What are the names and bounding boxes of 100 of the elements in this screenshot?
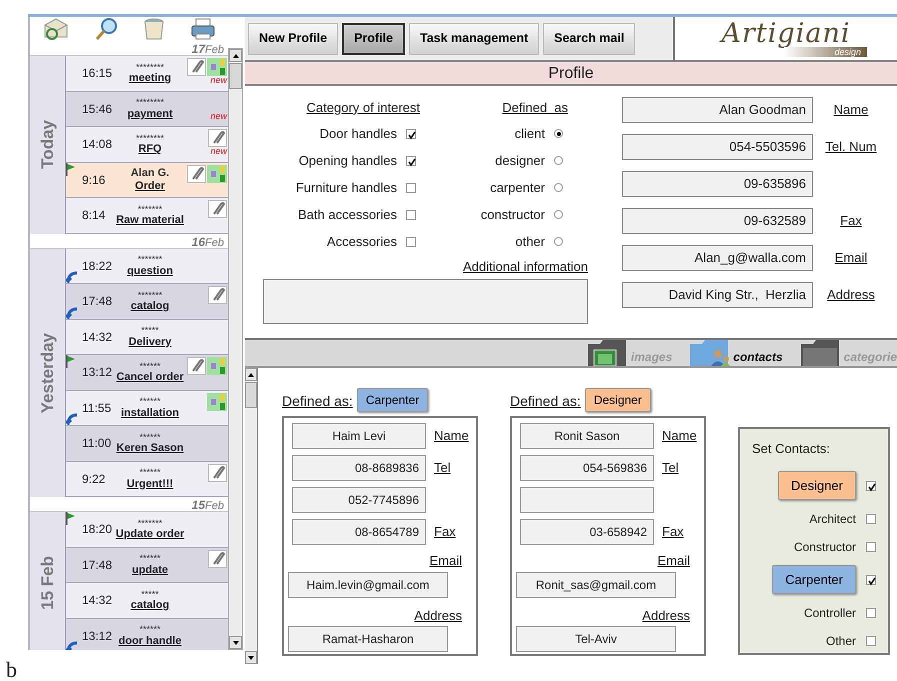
role-button[interactable]: Carpenter: [772, 564, 856, 594]
message-subject[interactable]: Order: [135, 180, 165, 192]
message-sender: *******: [138, 518, 162, 528]
input-field[interactable]: 054-5503596: [622, 134, 813, 160]
option-label: Other: [826, 632, 856, 650]
figure-label: b: [5, 659, 18, 681]
input-field[interactable]: David King Str., Herzlia: [622, 282, 813, 308]
tab[interactable]: Task management: [408, 22, 540, 54]
message-row[interactable]: 9:16 Alan G. Order: [66, 162, 228, 198]
message-time: 11:55: [81, 400, 112, 417]
option-label: designer: [495, 152, 545, 170]
field-label: Defined as:: [282, 392, 353, 411]
field-label: Email: [834, 250, 868, 266]
message-subject[interactable]: Raw material: [116, 214, 184, 227]
message-subject[interactable]: door handle: [118, 634, 182, 648]
option-label: Opening handles: [298, 152, 397, 170]
input-field[interactable]: Alan Goodman: [622, 97, 813, 123]
message-row[interactable]: 16:15 ******** meeting new: [66, 56, 228, 92]
message-subject[interactable]: Update order: [116, 528, 184, 541]
message-subject[interactable]: RFQ: [138, 143, 162, 156]
message-subject[interactable]: Urgent!!!: [126, 478, 174, 490]
input-field[interactable]: 08-8654789: [292, 519, 426, 545]
input-field[interactable]: Ronit_sas@gmail.com: [516, 572, 676, 598]
message-subject[interactable]: meeting: [128, 72, 172, 85]
field-label: Address: [414, 606, 462, 624]
field-label: Name: [662, 427, 697, 446]
field-label: Fax: [434, 523, 456, 542]
message-sender: ********: [136, 62, 164, 72]
tab[interactable]: Search mail: [543, 22, 636, 54]
input-field[interactable]: Alan_g@walla.com: [622, 245, 813, 271]
input-field[interactable]: 052-7745896: [292, 487, 426, 513]
message-time: 17:48: [81, 556, 114, 574]
message-subject[interactable]: Keren Sason: [116, 442, 184, 455]
column-heading: Defined as: [502, 98, 568, 117]
logo-name: Artigiani: [722, 20, 850, 47]
message-row[interactable]: 17:48 ****** update: [66, 548, 228, 583]
message-sender: Alan G.: [130, 167, 170, 180]
field-label: Address: [827, 287, 875, 302]
option-label: Door handles: [320, 124, 397, 143]
message-subject[interactable]: Delivery: [128, 336, 172, 348]
message-subject[interactable]: catalog: [130, 599, 170, 612]
message-subject[interactable]: Cancel order: [116, 371, 184, 384]
option-label: Accessories: [326, 232, 397, 251]
message-subject[interactable]: catalog: [130, 300, 170, 313]
message-row[interactable]: 15:46 ******** payment new: [66, 92, 228, 127]
option-label: carpenter: [490, 178, 545, 197]
message-sender: *****: [141, 325, 159, 336]
role-button[interactable]: Designer: [584, 388, 651, 412]
field-label: Email: [429, 552, 462, 570]
input-field[interactable]: 09-632589: [622, 208, 813, 234]
input-field[interactable]: 054-569836: [520, 455, 654, 481]
new-label: new: [210, 147, 227, 156]
message-subject[interactable]: payment: [127, 108, 173, 120]
input-field[interactable]: Ramat-Hasharon: [288, 626, 448, 652]
folder-tab[interactable]: contacts: [688, 340, 783, 366]
message-sender: ******: [139, 360, 160, 372]
message-row[interactable]: 14:08 ******** RFQ new: [66, 127, 228, 162]
message-time: 9:16: [81, 172, 106, 189]
column-heading: Category of interest: [306, 98, 420, 117]
input-field[interactable]: Ronit Sason: [520, 423, 654, 449]
message-sender: *******: [138, 290, 162, 300]
message-time: 8:14: [81, 207, 106, 224]
role-button[interactable]: Designer: [778, 470, 856, 500]
field-label: Tel: [662, 459, 679, 478]
message-subject[interactable]: installation: [120, 406, 180, 420]
message-row[interactable]: 9:22 ****** Urgent!!!: [66, 462, 228, 497]
message-row[interactable]: 18:22 ******* question: [66, 248, 228, 284]
message-subject[interactable]: question: [127, 264, 173, 278]
message-time: 18:22: [81, 258, 114, 275]
input-field[interactable]: 08-8689836: [292, 455, 426, 481]
input-field[interactable]: Tel-Aviv: [516, 626, 676, 652]
new-label: new: [210, 112, 227, 120]
day-label: 15 Feb: [36, 556, 58, 610]
message-row[interactable]: 17:48 ******* catalog: [66, 284, 228, 320]
input-field[interactable]: 03-658942: [520, 519, 654, 545]
field-label: Email: [657, 552, 690, 570]
tab[interactable]: Profile: [342, 22, 405, 54]
message-time: 17:48: [81, 293, 114, 310]
message-time: 11:00: [81, 435, 112, 452]
new-label: new: [210, 76, 227, 85]
message-subject[interactable]: update: [132, 564, 168, 576]
field-label: Additional information: [462, 258, 588, 276]
panel-title: Set Contacts:: [752, 440, 832, 458]
tab[interactable]: New Profile: [248, 22, 338, 54]
message-row[interactable]: 14:32 ***** Delivery: [66, 320, 228, 355]
section-title: Profile: [245, 62, 897, 86]
message-sender: ******: [139, 432, 160, 442]
role-button[interactable]: Carpenter: [356, 388, 428, 412]
message-time: 14:08: [81, 136, 114, 154]
message-sender: ******: [139, 396, 160, 407]
option-label: constructor: [480, 206, 545, 224]
message-sender: ********: [136, 132, 164, 144]
input-field[interactable]: Haim Levi: [292, 423, 426, 449]
input-field[interactable]: Haim.levin@gmail.com: [288, 572, 448, 598]
input-field[interactable]: 09-635896: [622, 171, 813, 197]
field-label: Tel. Num: [825, 139, 877, 154]
message-time: 14:32: [81, 592, 114, 610]
field-label: Name: [834, 102, 868, 118]
option-label: Furniture handles: [296, 178, 397, 197]
message-row[interactable]: 14:32 ***** catalog: [66, 583, 228, 618]
